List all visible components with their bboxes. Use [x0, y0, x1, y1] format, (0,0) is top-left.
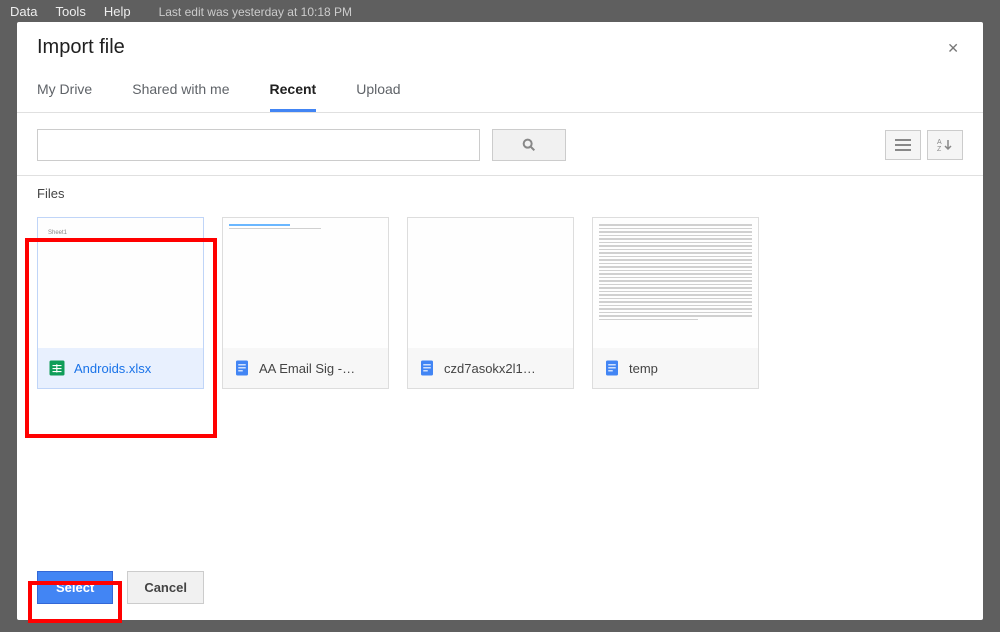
background-menu: Data Tools Help Last edit was yesterday … [10, 4, 352, 19]
list-icon [895, 139, 911, 151]
tab-shared-with-me[interactable]: Shared with me [132, 81, 229, 112]
search-input[interactable] [37, 129, 480, 161]
menu-tools[interactable]: Tools [55, 4, 85, 19]
file-card-email-sig[interactable]: AA Email Sig -… [222, 217, 389, 389]
dialog-title: Import file [37, 36, 125, 59]
search-bar: AZ [17, 113, 983, 176]
docs-icon [418, 359, 436, 377]
tab-my-drive[interactable]: My Drive [37, 81, 92, 112]
close-button[interactable]: ✕ [943, 37, 963, 59]
file-name: AA Email Sig -… [259, 361, 355, 376]
import-file-dialog: Import file ✕ My Drive Shared with me Re… [17, 22, 983, 620]
menu-data[interactable]: Data [10, 4, 37, 19]
file-footer: Androids.xlsx [38, 348, 203, 388]
docs-icon [603, 359, 621, 377]
dialog-footer: Select Cancel [17, 555, 983, 620]
tab-upload[interactable]: Upload [356, 81, 400, 112]
menu-help[interactable]: Help [104, 4, 131, 19]
list-view-button[interactable] [885, 130, 921, 160]
cancel-button[interactable]: Cancel [127, 571, 204, 604]
file-thumbnail: Sheet1 [38, 218, 203, 348]
last-edit-text: Last edit was yesterday at 10:18 PM [159, 5, 352, 19]
file-footer: temp [593, 348, 758, 388]
view-controls: AZ [885, 130, 963, 160]
docs-icon [233, 359, 251, 377]
file-card-androids[interactable]: Sheet1 Androids.xlsx [37, 217, 204, 389]
svg-text:Z: Z [937, 146, 942, 152]
file-card-temp[interactable]: temp [592, 217, 759, 389]
file-thumbnail [223, 218, 388, 348]
file-grid: Sheet1 Androids.xlsx AA Email Sig -… [37, 217, 963, 389]
file-name: czd7asokx2l1… [444, 361, 536, 376]
file-thumbnail [593, 218, 758, 348]
select-button[interactable]: Select [37, 571, 113, 604]
file-card-czd7[interactable]: czd7asokx2l1… [407, 217, 574, 389]
file-thumbnail [408, 218, 573, 348]
file-content-area: Files Sheet1 Androids.xlsx AA Email Sig … [17, 176, 983, 555]
file-name: Androids.xlsx [74, 361, 151, 376]
tab-bar: My Drive Shared with me Recent Upload [17, 67, 983, 113]
svg-text:A: A [937, 139, 942, 146]
search-icon [521, 137, 537, 153]
file-footer: czd7asokx2l1… [408, 348, 573, 388]
file-name: temp [629, 361, 658, 376]
sort-az-icon: AZ [937, 138, 953, 152]
dialog-header: Import file ✕ [17, 22, 983, 67]
sheets-icon [48, 359, 66, 377]
sort-button[interactable]: AZ [927, 130, 963, 160]
tab-recent[interactable]: Recent [270, 81, 317, 112]
file-footer: AA Email Sig -… [223, 348, 388, 388]
files-label: Files [37, 186, 963, 201]
search-button[interactable] [492, 129, 566, 161]
